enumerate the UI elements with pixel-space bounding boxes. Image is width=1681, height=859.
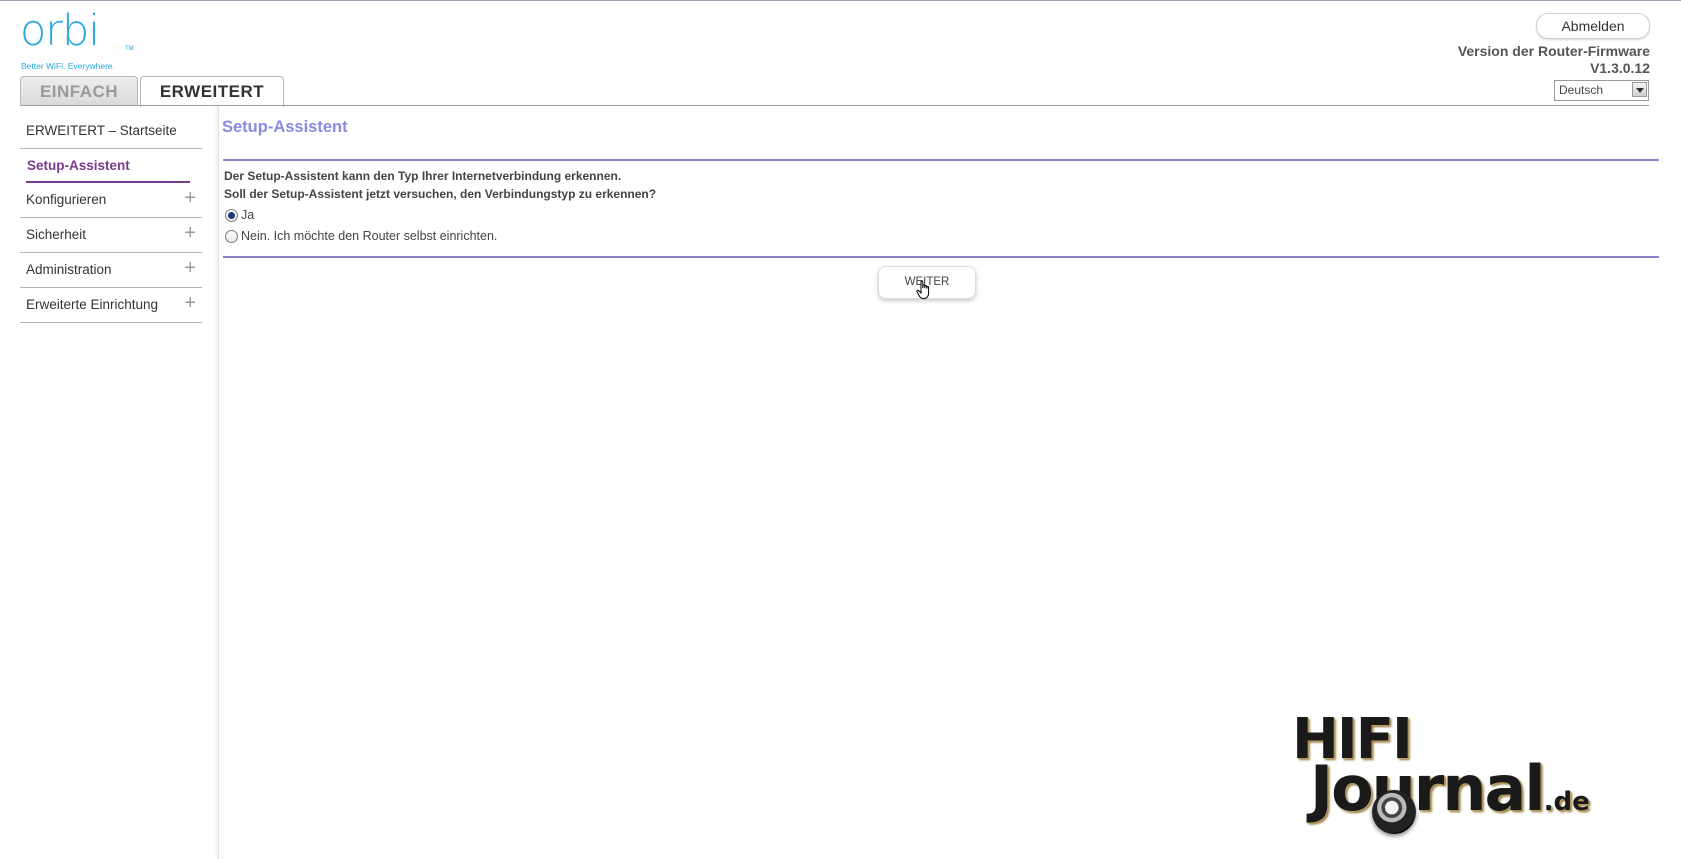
logo-trademark: TM	[125, 46, 134, 52]
language-select-value: Deutsch	[1559, 83, 1604, 97]
divider	[223, 159, 1659, 161]
sidebar-item-label: Administration	[26, 262, 112, 277]
sidebar-item-label: Konfigurieren	[26, 192, 107, 207]
sidebar-item-erweiterte-einrichtung[interactable]: Erweiterte Einrichtung +	[20, 288, 202, 323]
sidebar-item-label: Erweiterte Einrichtung	[26, 297, 159, 312]
sidebar-item-administration[interactable]: Administration +	[20, 253, 202, 288]
watermark-logo: HIFI Journal.de	[1292, 712, 1660, 834]
watermark-line-2: Journal.de	[1310, 758, 1590, 833]
sidebar-item-erweitert-startseite[interactable]: ERWEITERT – Startseite	[20, 114, 202, 149]
watermark-word: Journal	[1310, 752, 1546, 825]
sidebar-item-sicherheit[interactable]: Sicherheit +	[20, 218, 202, 253]
firmware-label: Version der Router-Firmware	[1457, 43, 1650, 59]
language-select[interactable]: Deutsch	[1554, 80, 1649, 101]
description-line-1: Der Setup-Assistent kann den Typ Ihrer I…	[224, 169, 622, 183]
expand-plus-icon[interactable]: +	[184, 292, 196, 315]
radio-button-ja[interactable]	[225, 209, 238, 222]
radio-button-nein[interactable]	[225, 230, 238, 243]
logo-wordmark: orbi	[20, 6, 100, 56]
sidebar-item-konfigurieren[interactable]: Konfigurieren +	[20, 183, 202, 218]
description-line-2: Soll der Setup-Assistent jetzt versuchen…	[224, 187, 657, 201]
sidebar-nav: ERWEITERT – Startseite Setup-Assistent K…	[20, 114, 202, 323]
firmware-version: V1.3.0.12	[1590, 60, 1650, 76]
logo-tagline: Better WiFi. Everywhere.	[21, 61, 115, 71]
option-label: Ja	[241, 208, 255, 222]
option-label: Nein. Ich möchte den Router selbst einri…	[241, 229, 498, 243]
expand-plus-icon[interactable]: +	[184, 187, 196, 210]
sidebar-item-label: Setup-Assistent	[27, 158, 130, 173]
tab-erweitert[interactable]: ERWEITERT	[140, 76, 284, 107]
sidebar-item-label: ERWEITERT – Startseite	[26, 123, 177, 138]
orbi-logo: orbi TM Better WiFi. Everywhere.	[20, 6, 134, 72]
speaker-knob-icon	[1372, 790, 1416, 834]
watermark-suffix: .de	[1543, 787, 1590, 817]
divider	[223, 256, 1659, 258]
expand-plus-icon[interactable]: +	[184, 257, 196, 280]
expand-plus-icon[interactable]: +	[184, 222, 196, 245]
page-title: Setup-Assistent	[222, 118, 348, 136]
top-border	[0, 0, 1681, 1]
sidebar-item-label: Sicherheit	[26, 227, 87, 242]
chevron-down-icon[interactable]	[1632, 82, 1647, 97]
tab-einfach[interactable]: EINFACH	[20, 76, 138, 106]
sidebar-item-setup-assistent[interactable]: Setup-Assistent	[20, 149, 202, 183]
hand-cursor-icon	[916, 280, 930, 299]
logout-button[interactable]: Abmelden	[1536, 13, 1650, 39]
